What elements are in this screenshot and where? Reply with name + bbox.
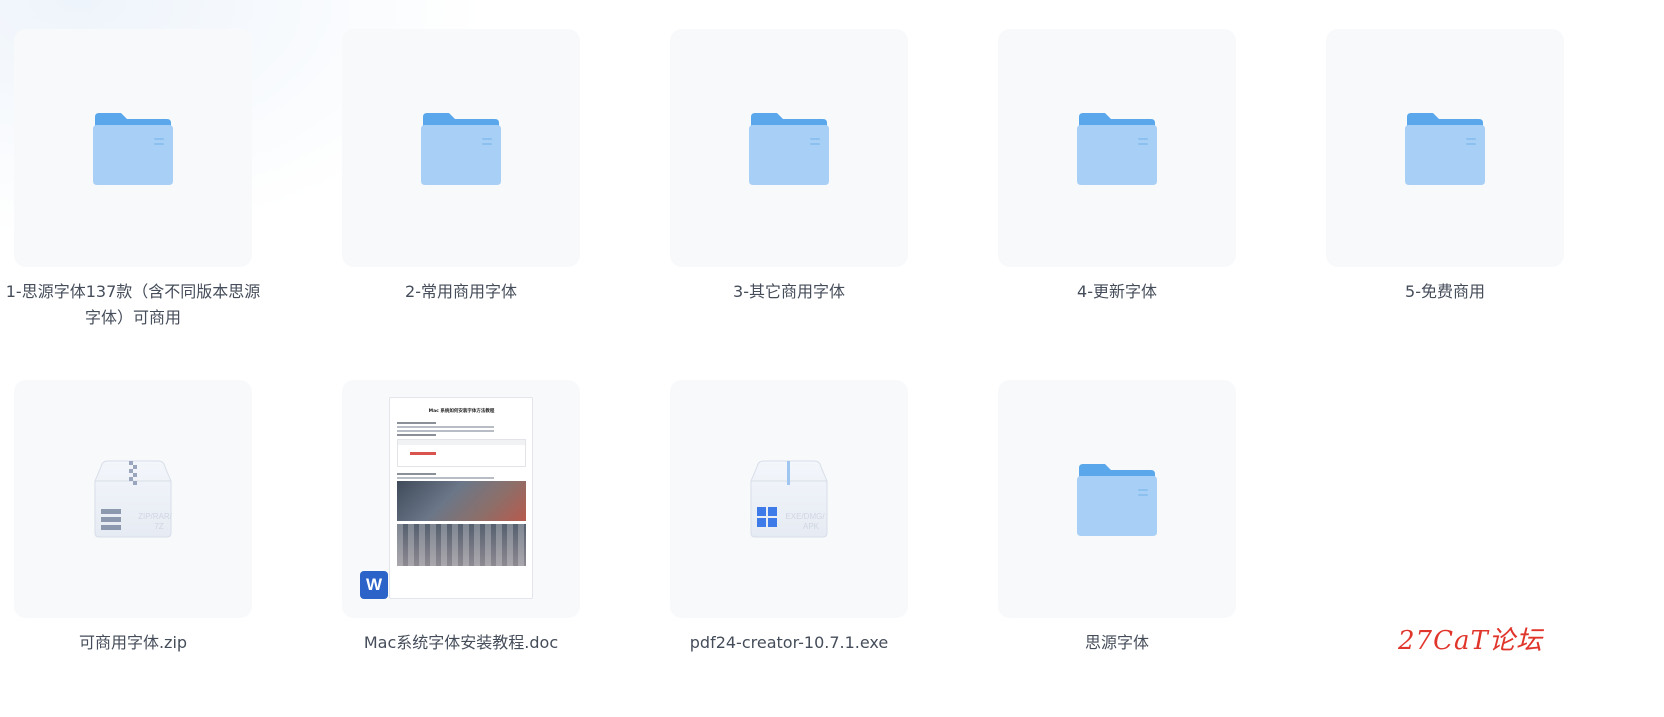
folder-item[interactable]: 5-免费商用 (1326, 29, 1564, 305)
doc-file-item[interactable]: Mac 系统如何安装字体方法教程 W Mac系统字体安装教程.doc (342, 380, 580, 656)
file-grid: 1-思源字体137款（含不同版本思源字体）可商用 2-常用商用字体 3-其它商用… (0, 0, 1664, 717)
folder-icon (93, 113, 173, 185)
zip-file-item[interactable]: ZIP/RAR/ 7Z 可商用字体.zip (14, 380, 252, 656)
file-name: 思源字体 (1084, 633, 1149, 652)
folder-thumbnail (14, 29, 252, 267)
document-preview-line (397, 473, 436, 475)
folder-icon (749, 113, 829, 185)
document-preview-screenshot (397, 481, 526, 521)
file-name: 3-其它商用字体 (733, 282, 845, 301)
folder-thumbnail (998, 380, 1236, 618)
file-thumbnail: ZIP/RAR/ 7Z (14, 380, 252, 618)
folder-thumbnail (670, 29, 908, 267)
document-preview-line (397, 434, 436, 436)
file-name: 可商用字体.zip (78, 633, 188, 652)
file-thumbnail: EXE/DMG/ APK (670, 380, 908, 618)
document-preview-screenshot (397, 524, 526, 566)
folder-icon (1077, 113, 1157, 185)
document-preview-line (397, 426, 494, 428)
document-thumbnail: Mac 系统如何安装字体方法教程 W (342, 380, 580, 618)
folder-thumbnail (342, 29, 580, 267)
exe-file-item[interactable]: EXE/DMG/ APK pdf24-creator-10.7.1.exe (670, 380, 908, 656)
folder-thumbnail (1326, 29, 1564, 267)
document-preview-table (397, 439, 526, 467)
folder-icon (1405, 113, 1485, 185)
svg-text:EXE/DMG/: EXE/DMG/ (785, 512, 825, 521)
word-document-icon: W (360, 571, 388, 599)
folder-item[interactable]: 4-更新字体 (998, 29, 1236, 305)
folder-item[interactable]: 1-思源字体137款（含不同版本思源字体）可商用 (6, 29, 260, 331)
file-name: 4-更新字体 (1077, 282, 1157, 301)
folder-item[interactable]: 思源字体 (998, 380, 1236, 656)
folder-icon (1077, 464, 1157, 536)
folder-item[interactable]: 3-其它商用字体 (670, 29, 908, 305)
file-name: 1-思源字体137款（含不同版本思源字体）可商用 (5, 282, 261, 327)
file-name: 5-免费商用 (1405, 282, 1485, 301)
svg-text:APK: APK (803, 522, 820, 531)
file-name: pdf24-creator-10.7.1.exe (689, 633, 889, 652)
windows-exe-icon: EXE/DMG/ APK (750, 460, 828, 538)
folder-item[interactable]: 2-常用商用字体 (342, 29, 580, 305)
site-watermark: 27CaT论坛 (1398, 626, 1543, 656)
svg-text:7Z: 7Z (154, 522, 163, 531)
document-preview: Mac 系统如何安装字体方法教程 (389, 397, 533, 599)
folder-thumbnail (998, 29, 1236, 267)
folder-icon (421, 113, 501, 185)
document-preview-line (397, 430, 494, 432)
svg-text:ZIP/RAR/: ZIP/RAR/ (138, 512, 173, 521)
document-preview-title: Mac 系统如何安装字体方法教程 (428, 409, 495, 414)
document-preview-line (397, 477, 494, 479)
zip-archive-icon: ZIP/RAR/ 7Z (94, 460, 173, 538)
file-name: 2-常用商用字体 (405, 282, 517, 301)
file-name: Mac系统字体安装教程.doc (363, 633, 559, 652)
document-preview-line (397, 422, 436, 424)
